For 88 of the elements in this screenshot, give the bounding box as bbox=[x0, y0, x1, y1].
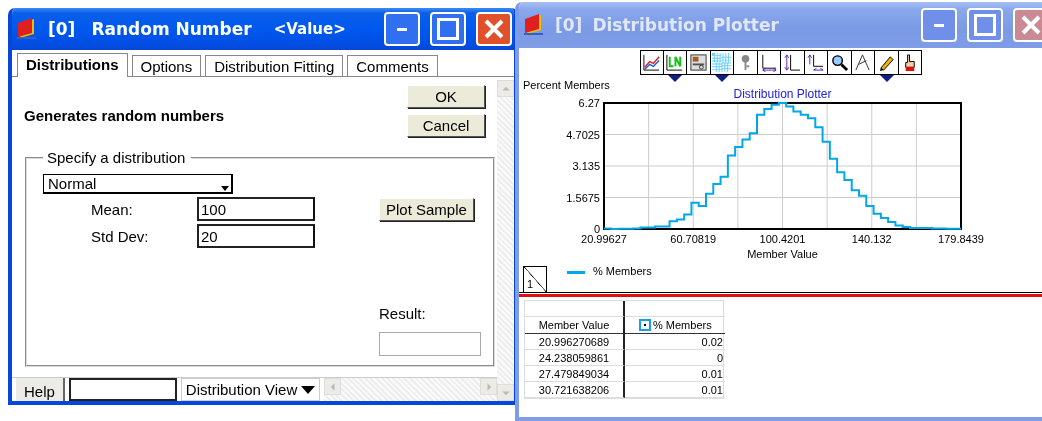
y-tick-label: 6.27 bbox=[578, 97, 600, 109]
x-range-icon bbox=[759, 53, 779, 72]
result-label: Result: bbox=[379, 305, 426, 322]
table-cell: 30.721638206 bbox=[525, 382, 625, 398]
y-range-icon bbox=[782, 53, 802, 72]
table-cell: 24.238059861 bbox=[525, 350, 625, 366]
cancel-button[interactable]: Cancel bbox=[407, 114, 485, 137]
help-button[interactable]: Help bbox=[16, 378, 65, 401]
panel-icon bbox=[688, 53, 708, 72]
y-tick-label: 4.7025 bbox=[566, 128, 600, 141]
window-id: [0] bbox=[555, 15, 583, 35]
minimize-icon bbox=[397, 27, 407, 31]
toolbar-button[interactable] bbox=[757, 50, 781, 75]
app-logo-icon bbox=[523, 14, 545, 36]
description-text: Generates random numbers bbox=[24, 107, 225, 126]
column-marker-icon bbox=[639, 319, 651, 331]
close-icon bbox=[484, 19, 504, 39]
maximize-button[interactable] bbox=[967, 8, 1003, 42]
legend-line bbox=[567, 271, 585, 274]
toolbar-button[interactable] bbox=[851, 50, 875, 75]
tab[interactable]: Distributions bbox=[17, 53, 128, 77]
tab[interactable]: Distribution Fitting bbox=[205, 55, 344, 76]
chart-title: Distribution Plotter bbox=[733, 87, 832, 101]
toolbar-button[interactable] bbox=[640, 50, 664, 75]
table-cell: 0.01 bbox=[625, 382, 725, 398]
table-cell: 0.01 bbox=[625, 366, 725, 382]
toolbar-button[interactable] bbox=[687, 50, 711, 75]
x-axis-label: Member Value bbox=[747, 248, 818, 260]
parameter-label: Mean: bbox=[90, 200, 134, 218]
table-cell: 20.996270689 bbox=[525, 334, 625, 350]
toolbar-button[interactable] bbox=[804, 50, 828, 75]
compass-icon bbox=[853, 53, 873, 72]
parameter-label: Std Dev: bbox=[90, 227, 150, 245]
group-label: Specify a distribution bbox=[46, 149, 187, 166]
plot-sample-button[interactable]: Plot Sample bbox=[379, 198, 474, 221]
toolbar-button[interactable] bbox=[781, 50, 805, 75]
column-header: Member Value bbox=[525, 317, 625, 334]
minimize-button[interactable] bbox=[384, 12, 420, 46]
table-cell: 0.02 bbox=[625, 334, 725, 350]
line-chart-icon bbox=[642, 53, 662, 72]
window-title: Random Number bbox=[91, 19, 252, 39]
column-header: % Members bbox=[625, 317, 725, 334]
app-logo-icon bbox=[16, 18, 38, 40]
minimize-icon bbox=[934, 23, 944, 27]
x-tick-label: 20.99627 bbox=[581, 233, 627, 245]
window-title: Distribution Plotter bbox=[592, 15, 779, 35]
toolbar-button[interactable] bbox=[828, 50, 852, 75]
toolbar-button[interactable] bbox=[898, 50, 922, 75]
toolbar-button[interactable] bbox=[875, 50, 899, 82]
ok-button[interactable]: OK bbox=[407, 85, 485, 108]
close-button[interactable] bbox=[476, 12, 512, 46]
xy-range-icon bbox=[806, 53, 826, 72]
minimize-button[interactable] bbox=[921, 8, 957, 42]
log-scale-icon bbox=[665, 53, 685, 72]
x-tick-label: 140.132 bbox=[851, 233, 892, 245]
magnifier-icon bbox=[829, 53, 849, 72]
toolbar-button[interactable] bbox=[663, 50, 687, 82]
y-axis-label: Percent Members bbox=[523, 79, 610, 91]
toolbar-button[interactable] bbox=[710, 50, 734, 82]
maximize-icon bbox=[974, 14, 996, 36]
maximize-button[interactable] bbox=[430, 12, 466, 46]
table-cell: 27.479849034 bbox=[525, 366, 625, 382]
grid-icon bbox=[712, 53, 732, 72]
table-cell: 0 bbox=[625, 350, 725, 366]
y-tick-label: 1.5675 bbox=[566, 191, 600, 204]
parameter-field[interactable]: 20 bbox=[197, 224, 315, 248]
x-tick-label: 100.4201 bbox=[759, 233, 806, 245]
maximize-icon bbox=[437, 18, 459, 40]
x-tick-label: 60.70819 bbox=[670, 233, 717, 245]
tab[interactable]: Comments bbox=[347, 55, 438, 76]
parameter-field[interactable]: 100 bbox=[197, 197, 315, 221]
legend-label: % Members bbox=[593, 265, 652, 277]
window-id: [0] bbox=[48, 19, 76, 39]
caret-icon bbox=[221, 184, 229, 192]
window-subtitle: <Value> bbox=[273, 20, 346, 38]
x-tick-label: 179.8439 bbox=[938, 233, 984, 245]
tab[interactable]: Options bbox=[131, 55, 202, 76]
caret-icon bbox=[301, 385, 316, 394]
page-tab[interactable]: 1 bbox=[523, 266, 547, 292]
view-dropdown[interactable]: Distribution View bbox=[180, 378, 321, 401]
close-button[interactable] bbox=[1013, 8, 1042, 42]
y-tick-label: 3.135 bbox=[572, 160, 600, 172]
status-field[interactable] bbox=[68, 378, 177, 401]
toolbar-button[interactable] bbox=[734, 50, 758, 75]
distribution-dropdown[interactable]: Normal bbox=[43, 174, 233, 194]
close-icon bbox=[1021, 15, 1041, 35]
y-tick-label: 0 bbox=[593, 223, 600, 235]
result-field[interactable] bbox=[379, 332, 481, 356]
